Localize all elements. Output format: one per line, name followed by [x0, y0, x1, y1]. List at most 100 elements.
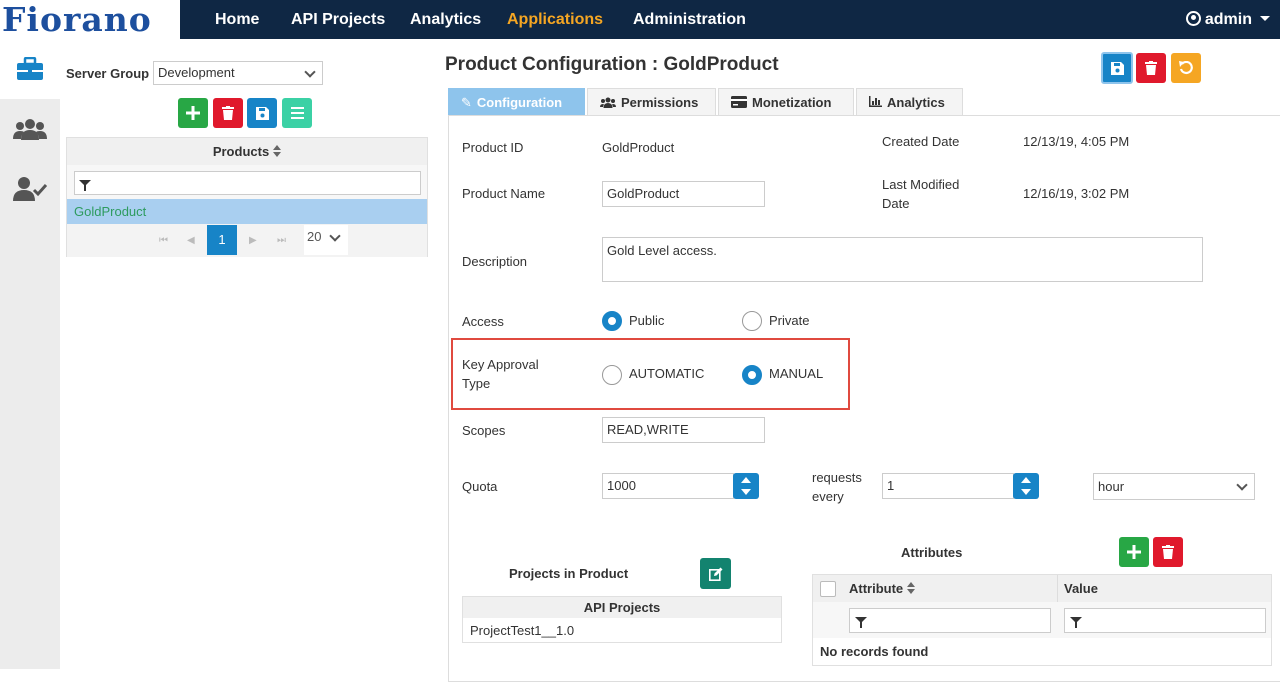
products-filter-input[interactable] [74, 171, 421, 195]
attributes-title: Attributes [901, 545, 963, 560]
access-public-radio[interactable] [602, 311, 622, 331]
trash-icon [1145, 61, 1157, 75]
value-column-header: Value [1064, 581, 1098, 596]
nav-home[interactable]: Home [215, 0, 259, 40]
scopes-input[interactable]: READ,WRITE [602, 417, 765, 443]
filter-icon [1070, 617, 1082, 628]
user-name: admin [1204, 11, 1252, 28]
save-icon [1110, 61, 1124, 75]
first-page-icon[interactable]: ⏮ [159, 235, 168, 246]
last-modified-label-line2: Date [882, 196, 910, 211]
products-grid: Products GoldProduct ⏮ ◀ 1 ▶ ⏭ 20 [66, 137, 428, 257]
projects-in-product-title: Projects in Product [509, 566, 629, 581]
logo-text: Fiorano [2, 0, 152, 39]
period-select[interactable]: hour [1093, 473, 1255, 500]
briefcase-icon [17, 57, 43, 80]
server-group-label: Server Group [66, 66, 150, 81]
rail-users[interactable] [0, 99, 60, 159]
server-group-select[interactable]: Development [153, 61, 323, 85]
page-size-select[interactable]: 20 [304, 225, 348, 255]
quota-label: Quota [462, 479, 498, 494]
quota-stepper[interactable] [733, 473, 759, 499]
user-circle-icon [1185, 11, 1201, 26]
chevron-down-icon [304, 66, 316, 78]
projects-row[interactable]: ProjectTest1__1.0 [463, 618, 781, 643]
delete-attribute-button[interactable] [1153, 537, 1183, 567]
product-id-label: Product ID [462, 140, 524, 155]
tab-analytics-label: Analytics [887, 95, 945, 110]
quota-input[interactable]: 1000 [602, 473, 734, 499]
bar-chart-icon [869, 96, 882, 107]
save-product-button[interactable] [247, 98, 277, 128]
attributes-grid: Attribute Value No records found [812, 574, 1272, 666]
product-name-label: Product Name [462, 186, 546, 201]
tab-monetization[interactable]: Monetization [718, 88, 854, 116]
rail-user-check[interactable] [0, 159, 60, 219]
last-modified-value: 12/16/19, 3:02 PM [1023, 186, 1130, 201]
delete-config-button[interactable] [1136, 53, 1166, 83]
requests-label-line2: every [812, 489, 844, 504]
access-public-label[interactable]: Public [629, 313, 664, 328]
user-menu[interactable]: admin [1185, 0, 1270, 40]
requests-every-input[interactable]: 1 [882, 473, 1014, 499]
product-name-input[interactable]: GoldProduct [602, 181, 765, 207]
fiorano-logo[interactable]: Fiorano [0, 0, 180, 39]
select-all-checkbox[interactable] [820, 581, 836, 597]
products-row[interactable]: GoldProduct [67, 199, 427, 224]
requests-every-stepper[interactable] [1013, 473, 1039, 499]
list-button[interactable] [282, 98, 312, 128]
next-page-icon[interactable]: ▶ [249, 235, 257, 246]
prev-page-icon[interactable]: ◀ [187, 235, 195, 246]
products-header-label: Products [212, 144, 270, 159]
no-records-message: No records found [820, 644, 929, 659]
sort-icon [273, 145, 282, 157]
key-approval-manual-radio[interactable] [742, 365, 762, 385]
nav-analytics[interactable]: Analytics [410, 0, 481, 40]
trash-icon [1162, 545, 1174, 559]
last-page-icon[interactable]: ⏭ [277, 235, 286, 246]
column-divider [1057, 575, 1058, 602]
key-approval-label: Key Approval Type [462, 355, 539, 393]
created-date-value: 12/13/19, 4:05 PM [1023, 134, 1130, 149]
tab-configuration[interactable]: ✎ Configuration [448, 88, 585, 116]
key-approval-automatic-radio[interactable] [602, 365, 622, 385]
access-private-label[interactable]: Private [769, 313, 809, 328]
requests-label-line1: requests [812, 470, 862, 485]
chevron-down-icon [1236, 479, 1248, 491]
attribute-column-header[interactable]: Attribute [849, 581, 916, 596]
requests-every-label: requests every [812, 468, 862, 506]
save-config-button[interactable] [1101, 52, 1133, 84]
rail-applications[interactable] [0, 39, 60, 99]
description-label: Description [462, 254, 528, 269]
nav-administration[interactable]: Administration [633, 0, 746, 40]
value-filter-input[interactable] [1064, 608, 1266, 633]
delete-product-button[interactable] [213, 98, 243, 128]
user-check-icon [13, 177, 47, 201]
access-private-radio[interactable] [742, 311, 762, 331]
top-navbar: Fiorano Home API Projects Analytics Appl… [0, 0, 1280, 39]
page-size-value: 20 [307, 229, 322, 244]
attribute-filter-input[interactable] [849, 608, 1051, 633]
sort-icon [907, 582, 916, 594]
products-grid-header[interactable]: Products [67, 138, 427, 165]
chevron-down-icon [329, 230, 341, 242]
key-approval-automatic-label[interactable]: AUTOMATIC [629, 366, 704, 381]
nav-api-projects[interactable]: API Projects [291, 0, 385, 40]
projects-grid: API Projects ProjectTest1__1.0 [462, 596, 782, 643]
tab-analytics[interactable]: Analytics [856, 88, 963, 116]
page-title: Product Configuration : GoldProduct [445, 54, 779, 75]
pager-current-page[interactable]: 1 [207, 225, 237, 255]
edit-projects-button[interactable] [700, 558, 731, 589]
add-product-button[interactable] [178, 98, 208, 128]
description-textarea[interactable]: Gold Level access. [602, 237, 1203, 282]
key-approval-manual-label[interactable]: MANUAL [769, 366, 823, 381]
scopes-label: Scopes [462, 423, 506, 438]
add-attribute-button[interactable] [1119, 537, 1149, 567]
side-rail [0, 39, 60, 669]
plus-icon [1127, 545, 1141, 559]
reset-config-button[interactable] [1171, 53, 1201, 83]
tab-permissions[interactable]: Permissions [587, 88, 716, 116]
undo-icon [1179, 61, 1193, 75]
created-date-label: Created Date [882, 134, 960, 149]
nav-applications[interactable]: Applications [507, 0, 603, 40]
